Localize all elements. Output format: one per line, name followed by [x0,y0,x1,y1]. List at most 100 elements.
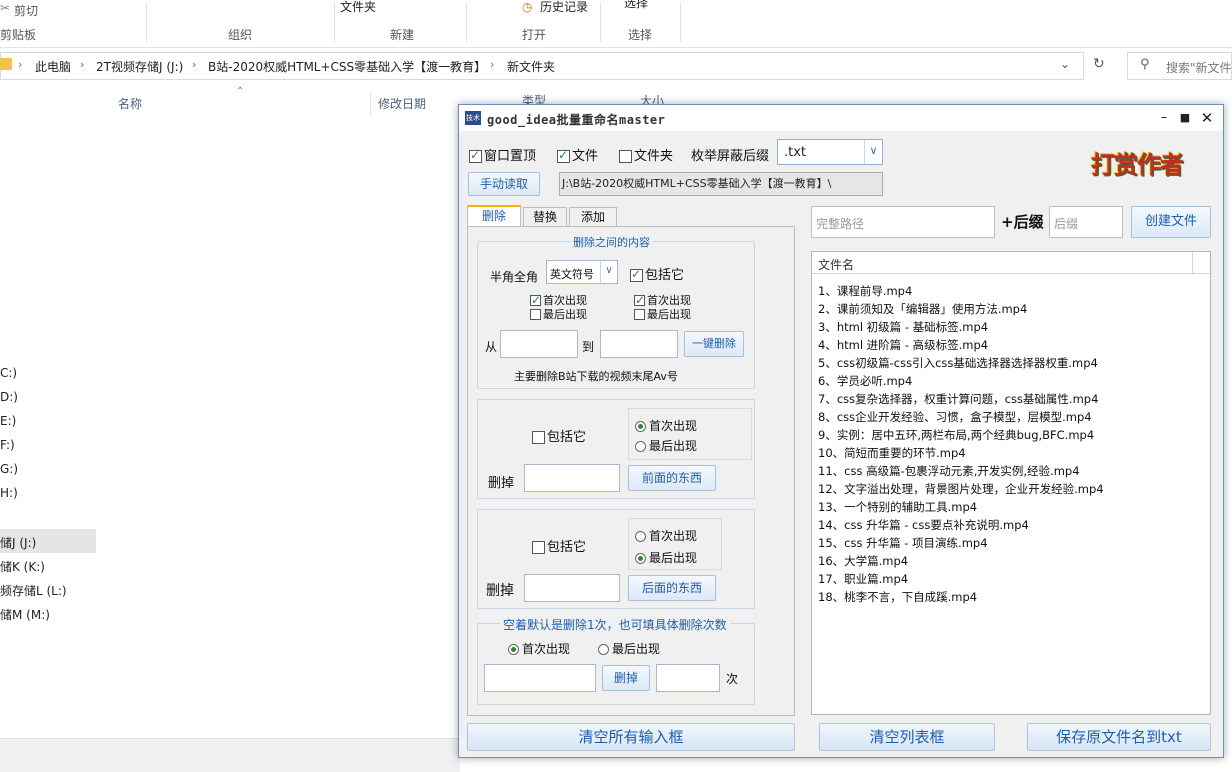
column-modified[interactable]: 修改日期 [378,95,426,112]
drive-item[interactable]: D:) [0,390,18,404]
close-icon[interactable]: ✕ [1196,108,1218,128]
delete-after-input[interactable] [524,574,620,602]
reward-author-logo[interactable]: 打赏作者 [1091,145,1201,183]
refresh-icon[interactable]: ↻ [1093,56,1105,72]
delete-text-input[interactable] [484,664,596,692]
drive-item[interactable]: 储K (K:) [0,558,45,575]
suffix-select[interactable]: .txt ∨ [777,139,883,165]
list-item[interactable]: 18、桃李不言，下自成蹊.mp4 [818,589,977,605]
ribbon-divider [334,2,335,42]
chevron-right-icon: › [192,58,197,71]
list-item[interactable]: 5、css初级篇-css引入css基础选择器选择器权重.mp4 [818,355,1098,371]
bilibili-note: 主要删除B站下载的视频末尾Av号 [514,370,678,383]
delete-before-button[interactable]: 前面的东西 [628,465,716,491]
to-input[interactable] [600,330,678,358]
list-item[interactable]: 7、css复杂选择器，权重计算问题，css基础属性.mp4 [818,391,1098,407]
list-item[interactable]: 6、学员必听.mp4 [818,373,912,389]
last-occurrence-label-1: 最后出现 [543,308,587,321]
list-item[interactable]: 8、css企业开发经验、习惯，盒子模型，层模型.mp4 [818,409,1092,425]
tab-delete[interactable]: 删除 [467,205,521,227]
delete-count-input[interactable] [656,664,720,692]
file-checkbox[interactable]: 文件 [557,145,598,164]
maximize-icon[interactable]: ■ [1174,108,1196,128]
chevron-down-icon[interactable]: ⌄ [1060,57,1070,71]
tab-add[interactable]: 添加 [569,207,617,227]
suffix-input[interactable]: 后缀 [1049,206,1123,238]
save-names-txt-button[interactable]: 保存原文件名到txt [1027,723,1211,751]
drive-item[interactable]: G:) [0,462,18,476]
one-click-delete-button[interactable]: 一键删除 [684,331,744,357]
minimize-icon[interactable]: – [1153,108,1175,128]
delete-label: 删掉 [486,583,514,599]
last-occurrence-label: 最后出现 [612,642,661,656]
first-occurrence-radio[interactable]: 首次出现 [635,417,697,434]
checkbox-checked-icon [530,293,541,307]
list-item[interactable]: 11、css 高级篇-包裹浮动元素,开发实例,经验.mp4 [818,463,1080,479]
last-occurrence-radio[interactable]: 最后出现 [598,640,660,657]
column-filename[interactable]: 文件名 [818,256,854,273]
clear-inputs-button[interactable]: 清空所有输入框 [467,723,795,751]
last-occurrence-label-2: 最后出现 [647,308,691,321]
chevron-down-icon[interactable]: ∨ [864,140,882,164]
drive-item[interactable]: C:) [0,366,17,380]
list-item[interactable]: 16、大学篇.mp4 [818,553,908,569]
drive-item[interactable]: E:) [0,414,16,428]
explorer-status-bar [0,738,460,772]
from-input[interactable] [500,330,578,358]
list-item[interactable]: 9、实例：居中五环,两栏布局,两个经典bug,BFC.mp4 [818,427,1094,443]
folder-checkbox[interactable]: 文件夹 [619,145,673,164]
last-occurrence-checkbox-2[interactable]: 最后出现 [634,306,691,322]
chevron-right-icon: › [490,58,495,71]
last-occurrence-checkbox-1[interactable]: 最后出现 [530,306,587,322]
cut-button[interactable]: 剪切 [14,2,38,19]
column-name[interactable]: 名称 [118,95,142,112]
list-item[interactable]: 14、css 升华篇 - css要点补充说明.mp4 [818,517,1029,533]
breadcrumb-this-pc[interactable]: 此电脑 [35,58,71,75]
from-label: 从 [485,340,498,354]
delete-button[interactable]: 删掉 [602,665,650,691]
include-it-checkbox-after[interactable]: 包括它 [532,536,586,555]
select-all-button[interactable]: 选择 [624,0,648,11]
list-item[interactable]: 4、html 进阶篇 - 高级标签.mp4 [818,337,988,353]
manual-read-button[interactable]: 手动读取 [468,172,540,196]
breadcrumb-new-folder[interactable]: 新文件夹 [507,58,555,75]
list-item[interactable]: 2、课前须知及「编辑器」使用方法.mp4 [818,301,1027,317]
breadcrumb-drive[interactable]: 2T视频存储J (J:) [96,58,183,75]
delete-after-button[interactable]: 后面的东西 [628,575,716,601]
last-occurrence-radio[interactable]: 最后出现 [635,437,697,454]
drive-item[interactable]: 频存储L (L:) [0,582,67,599]
chevron-down-icon[interactable]: ∨ [600,261,617,283]
drive-item[interactable]: F:) [0,438,15,452]
search-input[interactable]: 搜索"新文件 [1166,59,1232,76]
last-occurrence-radio[interactable]: 最后出现 [635,549,697,566]
drive-item[interactable]: H:) [0,486,18,500]
create-file-button[interactable]: 创建文件 [1131,206,1211,238]
list-item[interactable]: 1、课程前导.mp4 [818,283,912,299]
drive-item[interactable]: 储M (M:) [0,606,50,623]
plus-suffix-label: +后缀 [1001,213,1044,231]
checkbox-checked-icon [630,267,643,282]
full-path-input[interactable]: 完整路径 [811,206,995,238]
include-it-checkbox[interactable]: 包括它 [630,264,684,283]
ribbon-group-organize: 组织 [228,28,253,42]
first-occurrence-radio[interactable]: 首次出现 [635,527,697,544]
include-it-checkbox-before[interactable]: 包括它 [532,426,586,445]
ribbon-group-open: 打开 [522,28,547,42]
list-item[interactable]: 17、职业篇.mp4 [818,571,908,587]
clear-list-button[interactable]: 清空列表框 [819,723,995,751]
list-item[interactable]: 3、html 初级篇 - 基础标签.mp4 [818,319,988,335]
first-occurrence-radio[interactable]: 首次出现 [508,640,570,657]
pin-window-checkbox[interactable]: 窗口置顶 [469,145,536,164]
file-list[interactable]: 文件名 1、课程前导.mp4 2、课前须知及「编辑器」使用方法.mp4 3、ht… [811,251,1211,715]
list-item[interactable]: 12、文字溢出处理，背景图片处理，企业开发经验.mp4 [818,481,1104,497]
symbol-select[interactable]: 英文符号 ∨ [546,260,618,284]
delete-before-input[interactable] [524,464,620,492]
list-item[interactable]: 10、简短而重要的环节.mp4 [818,445,966,461]
history-button[interactable]: 历史记录 [540,0,588,15]
list-item[interactable]: 15、css 升华篇 - 项目演练.mp4 [818,535,988,551]
drive-item-selected[interactable]: 储J (J:) [0,534,36,551]
list-item[interactable]: 13、一个特别的辅助工具.mp4 [818,499,977,515]
new-folder-button[interactable]: 文件夹 [340,0,376,15]
tab-replace[interactable]: 替换 [523,207,567,227]
breadcrumb-course-folder[interactable]: B站-2020权威HTML+CSS零基础入学【渡一教育】 [208,58,486,75]
